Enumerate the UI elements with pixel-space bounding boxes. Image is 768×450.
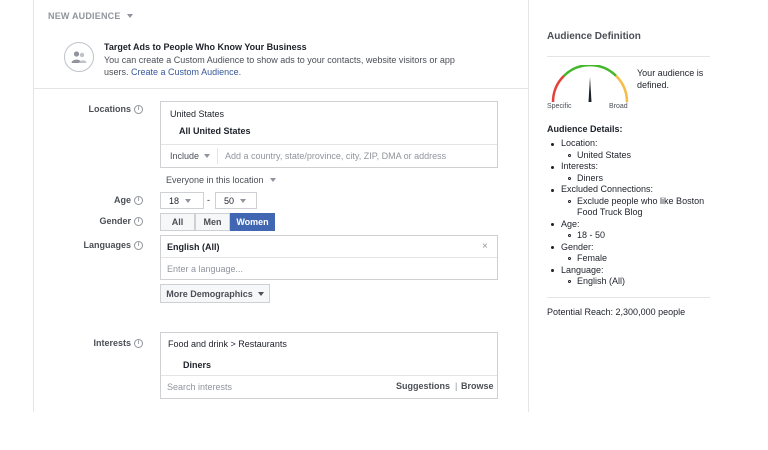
- gauge-needle: [588, 77, 592, 102]
- panel-divider: [528, 0, 529, 412]
- definition-title-divider: [547, 56, 710, 57]
- create-custom-audience-link[interactable]: Create a Custom Audience.: [131, 67, 241, 77]
- location-country: United States: [170, 109, 225, 119]
- info-icon[interactable]: i: [134, 216, 143, 226]
- gender-women-button[interactable]: Women: [230, 213, 275, 231]
- locations-label: Locations i: [43, 104, 143, 114]
- suggestions-link[interactable]: Suggestions: [396, 381, 450, 391]
- detail-excluded-connections: Excluded Connections: Exclude people who…: [551, 184, 726, 219]
- detail-interests: Interests: Diners: [551, 161, 726, 185]
- age-label: Age i: [43, 195, 143, 205]
- more-demographics-button[interactable]: More Demographics: [160, 284, 270, 303]
- chevron-down-icon: [204, 154, 211, 158]
- languages-inner-divider: [161, 257, 497, 258]
- locations-box: United States All United States Include …: [160, 101, 498, 168]
- audience-status: Your audience is defined.: [637, 68, 704, 90]
- info-icon[interactable]: i: [134, 104, 143, 114]
- browse-link[interactable]: Browse: [461, 381, 494, 391]
- header-divider: [34, 88, 528, 89]
- audience-details-title: Audience Details:: [547, 124, 623, 134]
- detail-value: Diners: [568, 173, 726, 185]
- detail-value: English (All): [568, 276, 726, 288]
- language-search-input[interactable]: Enter a language...: [167, 264, 243, 274]
- language-clear-icon[interactable]: ×: [482, 241, 488, 252]
- gauge-specific-label: Specific: [547, 103, 572, 110]
- location-selected: All United States: [179, 126, 251, 136]
- detail-location: Location: United States: [551, 138, 726, 162]
- audience-gauge: [551, 65, 629, 103]
- gauge-broad-label: Broad: [609, 103, 628, 110]
- chevron-down-icon: [185, 198, 192, 203]
- language-selected: English (All): [167, 242, 220, 252]
- gender-all-button[interactable]: All: [160, 213, 195, 231]
- detail-value: Female: [568, 253, 726, 265]
- location-search-input[interactable]: Add a country, state/province, city, ZIP…: [225, 151, 446, 161]
- interests-inner-divider: [161, 375, 497, 376]
- interests-box: Food and drink > Restaurants Diners Sear…: [160, 332, 498, 399]
- new-audience-header[interactable]: NEW AUDIENCE: [48, 11, 133, 21]
- left-border: [33, 0, 34, 412]
- everyone-location-dropdown[interactable]: Everyone in this location: [166, 175, 276, 185]
- interest-action-separator: |: [455, 381, 458, 391]
- include-dropdown[interactable]: Include: [170, 151, 211, 161]
- languages-box: English (All) × Enter a language...: [160, 235, 498, 280]
- age-dash: -: [207, 195, 210, 205]
- gender-label: Gender i: [43, 216, 143, 226]
- detail-value: Exclude people who like Boston Food Truc…: [568, 196, 726, 219]
- locations-inner-divider: [161, 144, 497, 145]
- interest-selected: Diners: [183, 360, 212, 370]
- custom-audience-title: Target Ads to People Who Know Your Busin…: [104, 42, 307, 52]
- detail-age: Age: 18 - 50: [551, 219, 726, 242]
- people-icon: [64, 42, 94, 72]
- detail-value: 18 - 50: [568, 230, 726, 242]
- detail-value: United States: [568, 150, 726, 162]
- interest-path: Food and drink > Restaurants: [168, 339, 287, 349]
- age-min-select[interactable]: 18: [160, 192, 204, 209]
- interest-search-input[interactable]: Search interests: [167, 382, 232, 392]
- interests-label: Interests i: [43, 338, 143, 348]
- audience-details-list: Location: United States Interests: Diner…: [547, 138, 726, 288]
- detail-language: Language: English (All): [551, 265, 726, 288]
- age-max-select[interactable]: 50: [215, 192, 257, 209]
- audience-definition-title: Audience Definition: [547, 31, 641, 42]
- detail-gender: Gender: Female: [551, 242, 726, 265]
- chevron-down-icon: [240, 198, 247, 203]
- gender-men-button[interactable]: Men: [195, 213, 230, 231]
- potential-reach: Potential Reach: 2,300,000 people: [547, 307, 686, 317]
- info-icon[interactable]: i: [134, 195, 143, 205]
- custom-audience-text: You can create a Custom Audience to show…: [104, 55, 455, 77]
- languages-label: Languages i: [43, 240, 143, 250]
- reach-divider: [547, 297, 710, 298]
- info-icon[interactable]: i: [134, 240, 143, 250]
- chevron-down-icon: [269, 178, 276, 182]
- info-icon[interactable]: i: [134, 338, 143, 348]
- chevron-down-icon: [257, 291, 264, 296]
- chevron-down-icon: [126, 14, 133, 18]
- include-divider: [217, 148, 218, 164]
